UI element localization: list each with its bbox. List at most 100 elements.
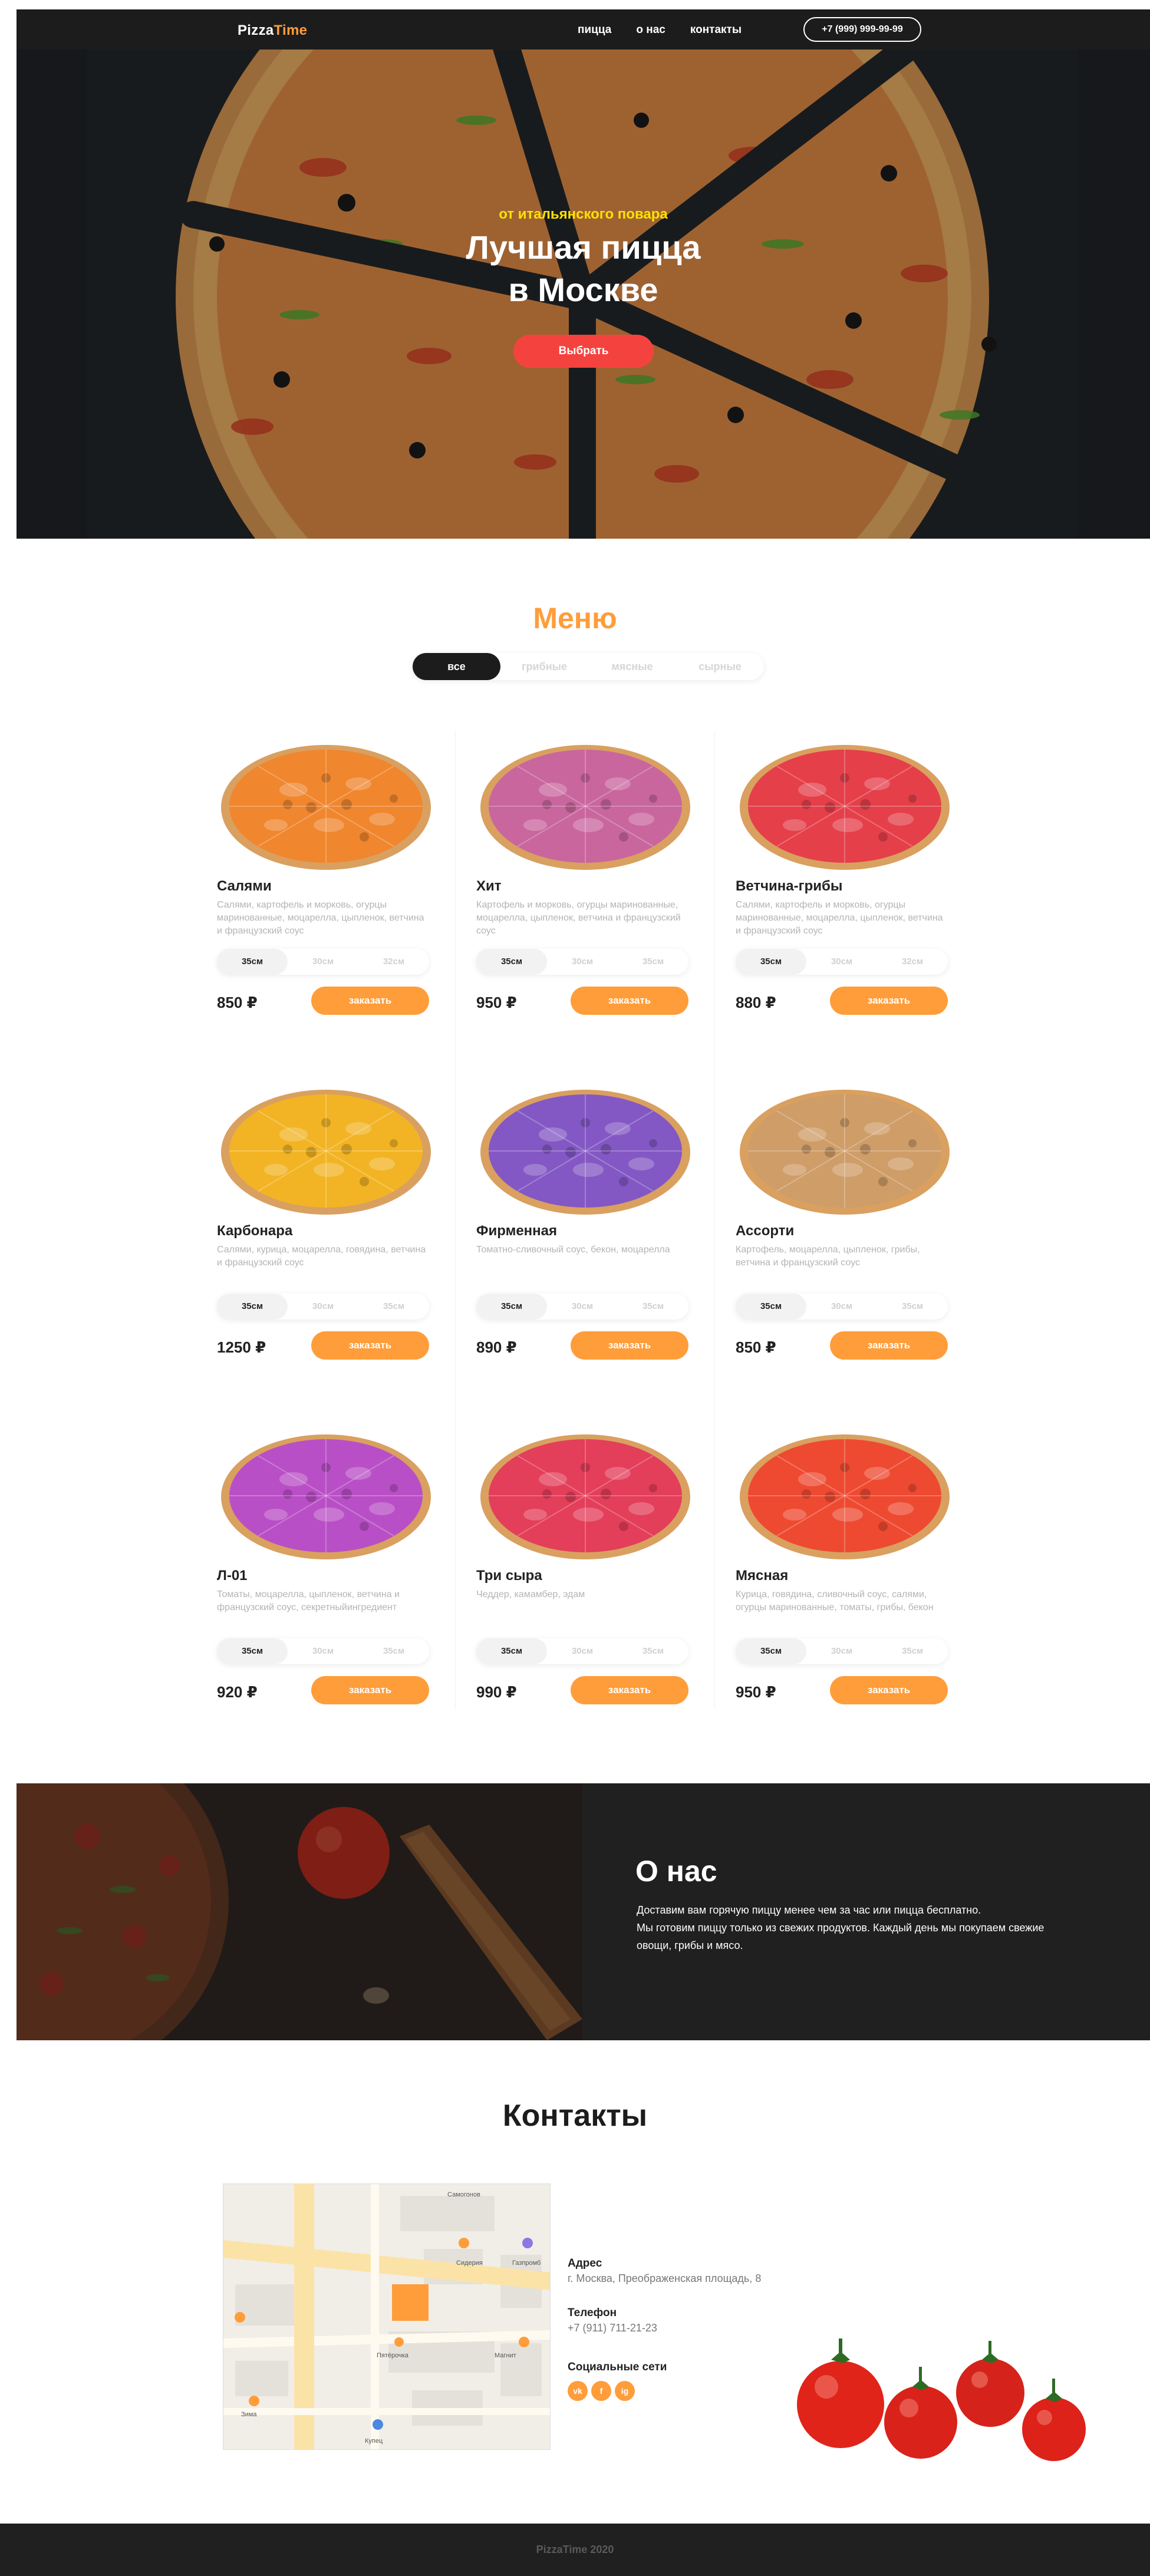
size-option[interactable]: 30см [806,949,877,975]
size-option[interactable]: 30см [547,1294,618,1320]
order-button[interactable]: заказать [571,1676,688,1704]
pizza-card: Ассорти Картофель, моцарелла, цыпленок, … [736,1081,971,1411]
filter-mushroom[interactable]: грибные [500,653,588,680]
location-map[interactable]: Самогонов Сидерия Газпромб Пятёрочка Магнит К… [223,2184,551,2450]
logo-part2: Time [274,22,308,38]
about-line2: Мы готовим пиццу только из свежих продук… [637,1922,1044,1951]
pizza-image [740,1090,950,1215]
vk-icon[interactable]: vk [568,2381,588,2401]
nav-contacts[interactable]: контакты [690,24,742,37]
social-label: Социальные сети [568,2361,667,2373]
filter-all[interactable]: все [413,653,500,680]
pizza-description: Салями, картофель и морковь, огурцы мари… [217,900,424,936]
phone-value[interactable]: +7 (911) 711-21-23 [568,2322,657,2334]
nav-about[interactable]: о нас [636,24,665,37]
site-footer: PizzaTime 2020 [0,2524,1150,2576]
pizza-card: Три сыра Чеддер, камамбер, эдам 35см 30с… [476,1426,712,1756]
size-selector: 35см 30см 35см [217,1638,429,1664]
size-option[interactable]: 35см [618,1638,688,1664]
pizza-image [740,745,950,870]
instagram-icon[interactable]: ig [615,2381,635,2401]
size-option[interactable]: 35см [358,1638,429,1664]
facebook-icon[interactable]: f [591,2381,611,2401]
size-option[interactable]: 35см [476,1294,547,1320]
map-graphic [223,2184,550,2449]
size-selector: 35см 30см 35см [736,1294,948,1320]
size-option[interactable]: 35см [618,1294,688,1320]
pizza-image [480,745,690,870]
map-label: Сидерия [456,2260,483,2267]
order-button[interactable]: заказать [830,1331,948,1360]
map-label: Самогонов [447,2191,480,2198]
pizza-name: Карбонара [217,1223,293,1239]
map-label: Газпромб [512,2260,541,2267]
logo[interactable]: PizzaTime [238,22,307,39]
size-option[interactable]: 35см [736,1294,806,1320]
size-option[interactable]: 32см [877,949,948,975]
size-option[interactable]: 35см [358,1294,429,1320]
order-button[interactable]: заказать [571,987,688,1015]
size-option[interactable]: 35см [217,1638,288,1664]
pizza-price: 990 ₽ [476,1683,517,1701]
address-label: Адрес [568,2257,602,2270]
size-option[interactable]: 35см [217,1294,288,1320]
size-selector: 35см 30см 32см [736,949,948,975]
phone-button[interactable]: +7 (999) 999-99-99 [803,17,921,42]
size-selector: 35см 30см 35см [736,1638,948,1664]
pizza-price: 850 ₽ [217,994,258,1011]
about-section: О нас Доставим вам горячую пиццу менее ч… [17,1783,1150,2040]
size-option[interactable]: 30см [547,949,618,975]
size-option[interactable]: 32см [358,949,429,975]
nav-pizza[interactable]: пицца [578,24,611,37]
pizza-price: 950 ₽ [736,1683,776,1701]
choose-button[interactable]: Выбрать [513,335,654,368]
order-button[interactable]: заказать [830,987,948,1015]
size-option[interactable]: 30см [806,1294,877,1320]
size-option[interactable]: 30см [288,1294,358,1320]
pizza-description: Томаты, моцарелла, цыпленок, ветчина и ф… [217,1589,400,1612]
hero-section: от итальянского повара Лучшая пицца в Мо… [17,50,1150,539]
pizza-name: Фирменная [476,1223,558,1239]
order-button[interactable]: заказать [311,1676,429,1704]
pizza-image [480,1434,690,1559]
size-option[interactable]: 35см [217,949,288,975]
site-header: PizzaTime пицца о нас контакты +7 (999) … [17,9,1150,50]
pizza-name: Три сыра [476,1568,542,1584]
filter-cheese[interactable]: сырные [676,653,764,680]
size-option[interactable]: 30см [806,1638,877,1664]
order-button[interactable]: заказать [571,1331,688,1360]
order-button[interactable]: заказать [311,1331,429,1360]
size-option[interactable]: 35см [736,949,806,975]
size-selector: 35см 30см 35см [476,1294,688,1320]
pizza-price: 890 ₽ [476,1338,517,1356]
size-option[interactable]: 35см [877,1294,948,1320]
size-selector: 35см 30см 35см [476,1638,688,1664]
size-option[interactable]: 35см [476,1638,547,1664]
pizza-description: Курица, говядина, сливочный соус, салями… [736,1589,934,1612]
pizza-name: Хит [476,878,502,894]
size-option[interactable]: 35см [618,949,688,975]
size-option[interactable]: 30см [288,1638,358,1664]
size-option[interactable]: 35см [476,949,547,975]
footer-copyright: PizzaTime 2020 [536,2544,614,2555]
pizza-name: Л-01 [217,1568,248,1584]
map-label: Магнит [495,2352,516,2359]
social-links: vk f ig [568,2381,635,2401]
pizza-description: Салями, картофель и морковь, огурцы мари… [736,900,943,936]
map-label: Пятёрочка [377,2352,408,2359]
size-option[interactable]: 30см [288,949,358,975]
about-text: Доставим вам горячую пиццу менее чем за … [637,1901,1049,1954]
pizza-price: 920 ₽ [217,1683,258,1701]
size-option[interactable]: 30см [547,1638,618,1664]
pizza-description: Чеддер, камамбер, эдам [476,1589,585,1599]
order-button[interactable]: заказать [311,987,429,1015]
pizza-description: Картофель, моцарелла, цыпленок, грибы, в… [736,1245,920,1268]
order-button[interactable]: заказать [830,1676,948,1704]
size-option[interactable]: 35см [736,1638,806,1664]
pizza-description: Томатно-сливочный соус, бекон, моцарелла [476,1245,670,1255]
size-option[interactable]: 35см [877,1638,948,1664]
pizza-image [221,1090,431,1215]
pizza-card: Карбонара Салями, курица, моцарелла, гов… [217,1081,453,1411]
filter-meat[interactable]: мясные [588,653,676,680]
hero-title-line1: Лучшая пицца [466,229,701,266]
